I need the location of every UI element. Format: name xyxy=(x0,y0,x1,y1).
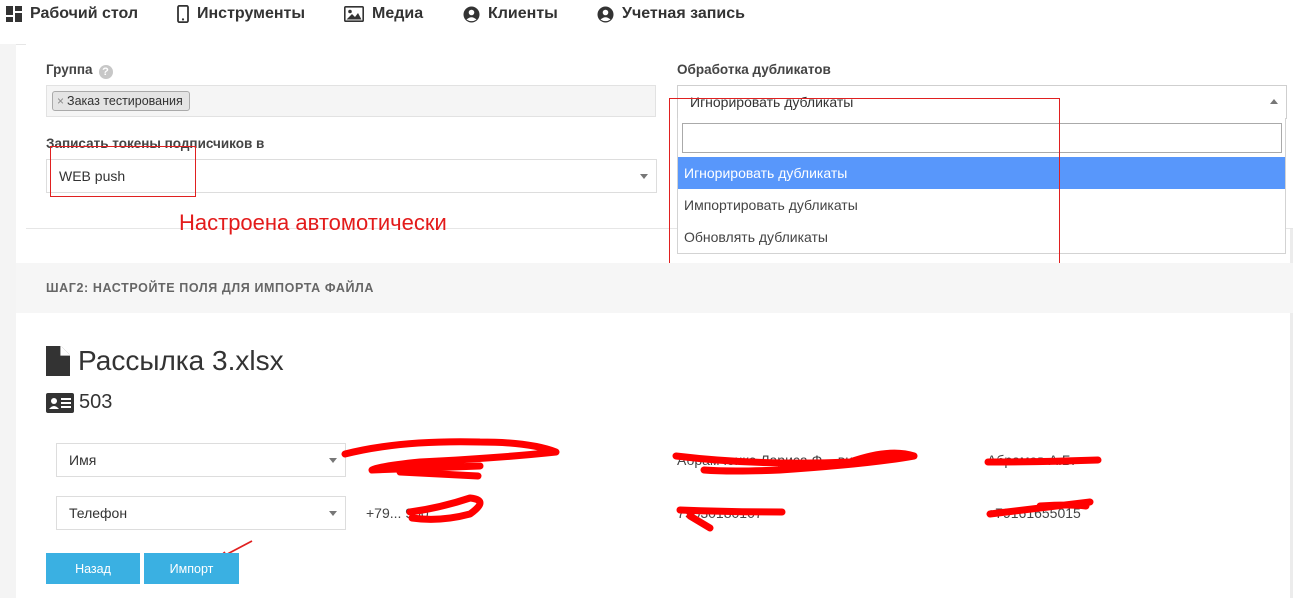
import-button[interactable]: Импорт xyxy=(144,553,239,584)
redaction-scribbles xyxy=(215,438,1102,561)
back-button[interactable]: Назад xyxy=(46,553,140,584)
